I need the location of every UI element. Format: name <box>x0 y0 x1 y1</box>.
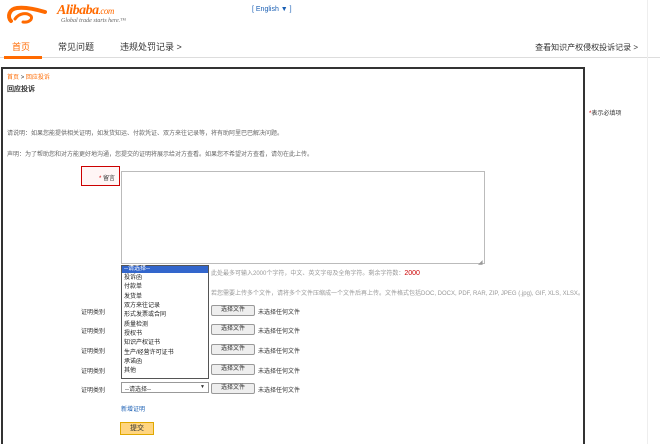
header: Alibaba.com Global trade starts here.™ [… <box>0 0 660 30</box>
logo-name: Alibaba.com <box>57 3 114 18</box>
message-label-box: * 留言 <box>81 166 120 186</box>
page-edge-divider <box>647 0 648 444</box>
instruction-text: 请说明：如果您能提供相关证明，如发货知运、付款凭证、双方来往记录等，将有助阿里巴… <box>7 131 284 137</box>
evidence-type-label: 证明类别 <box>81 369 106 375</box>
dropdown-option[interactable]: 形式发票或合同 <box>122 312 208 319</box>
message-label: * 留言 <box>98 176 115 182</box>
dropdown-option[interactable]: 投诉函 <box>122 275 208 282</box>
dropdown-option[interactable]: 付款单 <box>122 284 208 291</box>
evidence-type-label: 证明类别 <box>81 388 106 394</box>
file-status: 未选择任何文件 <box>258 329 301 335</box>
evidence-type-label: 证明类别 <box>81 349 106 355</box>
choose-file-button[interactable]: 选择文件 <box>211 383 255 394</box>
submit-button[interactable]: 提交 <box>120 422 154 435</box>
choose-file-button[interactable]: 选择文件 <box>211 344 255 355</box>
logo-tagline: Global trade starts here.™ <box>61 18 126 24</box>
resize-handle-icon[interactable]: ◢ <box>478 259 484 266</box>
nav-violation-records[interactable]: 违规处罚记录 > <box>120 40 182 53</box>
evidence-type-label: 证明类别 <box>81 329 106 335</box>
evidence-type-selected: --请选择-- <box>125 387 151 393</box>
choose-file-button[interactable]: 选择文件 <box>211 305 255 316</box>
remaining-char-count: 2000 <box>404 270 420 277</box>
language-selector[interactable]: [ English ▼ ] <box>252 6 292 13</box>
character-count-hint: 此处最多可输入2000个字符，中文、英文字母及全角字符。剩余字符数：2000 <box>211 270 420 277</box>
file-status: 未选择任何文件 <box>258 310 301 316</box>
evidence-type-select[interactable]: --请选择-- ▼ <box>121 382 209 393</box>
choose-file-button[interactable]: 选择文件 <box>211 364 255 375</box>
dropdown-option[interactable]: 知识产权证书 <box>122 340 208 347</box>
breadcrumb-separator: > <box>20 75 25 81</box>
breadcrumb: 首页 > 回应投诉 <box>7 72 50 81</box>
evidence-type-dropdown: --请选择-- 投诉函 付款单 发货单 双方来往记录 形式发票或合同 质量检测 … <box>121 265 209 379</box>
file-status: 未选择任何文件 <box>258 349 301 355</box>
breadcrumb-home[interactable]: 首页 <box>7 75 19 81</box>
dropdown-option[interactable]: --请选择-- <box>122 266 208 273</box>
evidence-type-label: 证明类别 <box>81 310 106 316</box>
choose-file-button[interactable]: 选择文件 <box>211 324 255 335</box>
nav-ip-complaint-records[interactable]: 查看知识产权侵权投诉记录 > <box>535 42 638 53</box>
dropdown-option[interactable]: 双方来往记录 <box>122 303 208 310</box>
chevron-down-icon: ▼ <box>200 384 205 390</box>
alibaba-logo-icon <box>7 5 47 24</box>
message-textarea[interactable] <box>121 171 485 264</box>
file-status: 未选择任何文件 <box>258 369 301 375</box>
required-field-note: *表示必填项 <box>589 111 622 117</box>
dropdown-option[interactable]: 生产/经营许可证书 <box>122 350 208 357</box>
dropdown-option[interactable]: 其他 <box>122 368 208 375</box>
add-evidence-link[interactable]: 新增证明 <box>121 404 145 413</box>
page-title: 回应投诉 <box>7 86 35 93</box>
disclaimer-text: 声明：为了帮助您和对方能更好地沟通，您提交的证明将展示给对方查看。如果您不希望对… <box>7 152 314 158</box>
nav-faq[interactable]: 常见问题 <box>58 40 94 53</box>
upload-format-hint: 若您需要上传多个文件，请将多个文件压缩成一个文件后再上传。文件格式包括DOC, … <box>211 291 584 297</box>
nav-home[interactable]: 首页 <box>12 40 30 53</box>
main-nav: 首页 常见问题 违规处罚记录 > 查看知识产权侵权投诉记录 > <box>0 30 660 59</box>
dropdown-option[interactable]: 质量检测 <box>122 322 208 329</box>
dropdown-option[interactable]: 授权书 <box>122 331 208 338</box>
file-status: 未选择任何文件 <box>258 388 301 394</box>
breadcrumb-current[interactable]: 回应投诉 <box>26 75 50 81</box>
dropdown-option[interactable]: 承诺函 <box>122 359 208 366</box>
alibaba-logo[interactable]: Alibaba.com Global trade starts here.™ <box>5 3 155 27</box>
nav-active-indicator <box>4 56 42 59</box>
dropdown-option[interactable]: 发货单 <box>122 294 208 301</box>
